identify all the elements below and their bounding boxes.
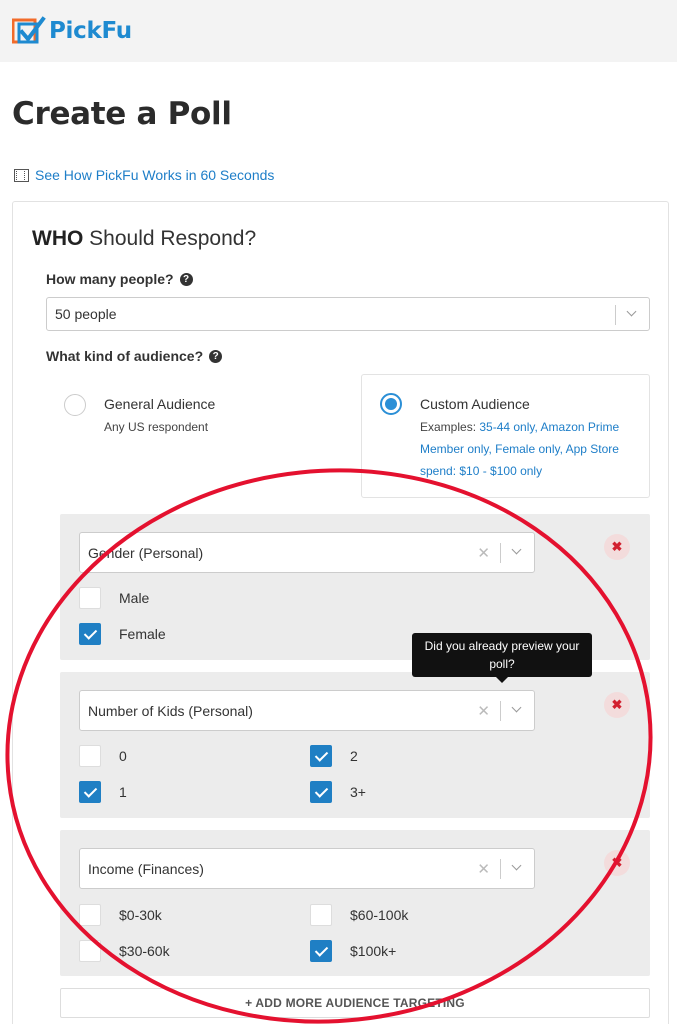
audience-label-row: What kind of audience? ?	[46, 348, 223, 364]
checkbox-income-100k-plus[interactable]	[310, 940, 332, 962]
chevron-down-icon[interactable]	[500, 701, 534, 721]
chevron-down-icon[interactable]	[615, 305, 649, 325]
clear-icon[interactable]: ✕	[477, 544, 490, 562]
audience-label: What kind of audience?	[46, 348, 204, 364]
option-label: Male	[119, 590, 150, 606]
examples-prefix: Examples:	[420, 420, 480, 434]
general-audience-radio[interactable]	[64, 394, 86, 416]
preview-tooltip: Did you already preview your poll?	[412, 633, 592, 683]
add-more-targeting-button[interactable]: + ADD MORE AUDIENCE TARGETING	[60, 988, 650, 1018]
remove-filter-button[interactable]: ✖	[604, 534, 630, 560]
option-label: $60-100k	[350, 907, 409, 923]
option-label: $100k+	[350, 943, 397, 959]
option-label: 2	[350, 748, 358, 764]
chevron-down-icon[interactable]	[500, 543, 534, 563]
option-label: 0	[119, 748, 127, 764]
clear-icon[interactable]: ✕	[477, 860, 490, 878]
filter-select-gender[interactable]: Gender (Personal) ✕	[79, 532, 535, 573]
checkbox-income-60-100k[interactable]	[310, 904, 332, 926]
option-label: Female	[119, 626, 166, 642]
tooltip-text: Did you already preview your poll?	[424, 639, 580, 671]
checkbox-kids-0[interactable]	[79, 745, 101, 767]
page-title: Create a Poll	[12, 96, 232, 132]
option-label: 3+	[350, 784, 366, 800]
section-heading-rest: Should Respond?	[83, 227, 257, 250]
logo-check-icon	[12, 16, 46, 44]
remove-filter-button[interactable]: ✖	[604, 850, 630, 876]
checkbox-kids-3plus[interactable]	[310, 781, 332, 803]
pickfu-logo[interactable]: PickFu	[12, 14, 132, 48]
section-heading: WHO Should Respond?	[32, 227, 256, 251]
checkbox-kids-2[interactable]	[310, 745, 332, 767]
filter-select-kids[interactable]: Number of Kids (Personal) ✕	[79, 690, 535, 731]
custom-audience-examples: Examples: 35-44 only, Amazon Prime Membe…	[420, 416, 640, 482]
checkbox-kids-1[interactable]	[79, 781, 101, 803]
filter-select-value: Gender (Personal)	[88, 544, 204, 561]
remove-filter-button[interactable]: ✖	[604, 692, 630, 718]
option-label: $30-60k	[119, 943, 170, 959]
video-link-label: See How PickFu Works in 60 Seconds	[35, 167, 275, 183]
custom-audience-radio[interactable]	[380, 393, 402, 415]
video-link[interactable]: See How PickFu Works in 60 Seconds	[14, 167, 274, 183]
help-icon[interactable]: ?	[209, 349, 223, 363]
clear-icon[interactable]: ✕	[477, 702, 490, 720]
filter-select-value: Income (Finances)	[88, 860, 204, 877]
filter-select-value: Number of Kids (Personal)	[88, 702, 253, 719]
checkbox-income-0-30k[interactable]	[79, 904, 101, 926]
film-icon	[14, 168, 29, 182]
custom-audience-title: Custom Audience	[420, 396, 530, 412]
people-select-value: 50 people	[55, 306, 117, 322]
section-heading-bold: WHO	[32, 227, 84, 250]
chevron-down-icon[interactable]	[500, 859, 534, 879]
general-audience-sub: Any US respondent	[104, 420, 209, 434]
help-icon[interactable]: ?	[179, 272, 193, 286]
checkbox-male[interactable]	[79, 587, 101, 609]
filter-select-income[interactable]: Income (Finances) ✕	[79, 848, 535, 889]
logo-text: PickFu	[49, 18, 132, 44]
checkbox-income-30-60k[interactable]	[79, 940, 101, 962]
general-audience-title: General Audience	[104, 396, 216, 412]
top-bar: PickFu	[0, 0, 677, 62]
people-label-row: How many people? ?	[46, 271, 193, 287]
option-label: 1	[119, 784, 127, 800]
option-label: $0-30k	[119, 907, 162, 923]
checkbox-female[interactable]	[79, 623, 101, 645]
people-label: How many people?	[46, 271, 174, 287]
people-select[interactable]: 50 people	[46, 297, 650, 331]
